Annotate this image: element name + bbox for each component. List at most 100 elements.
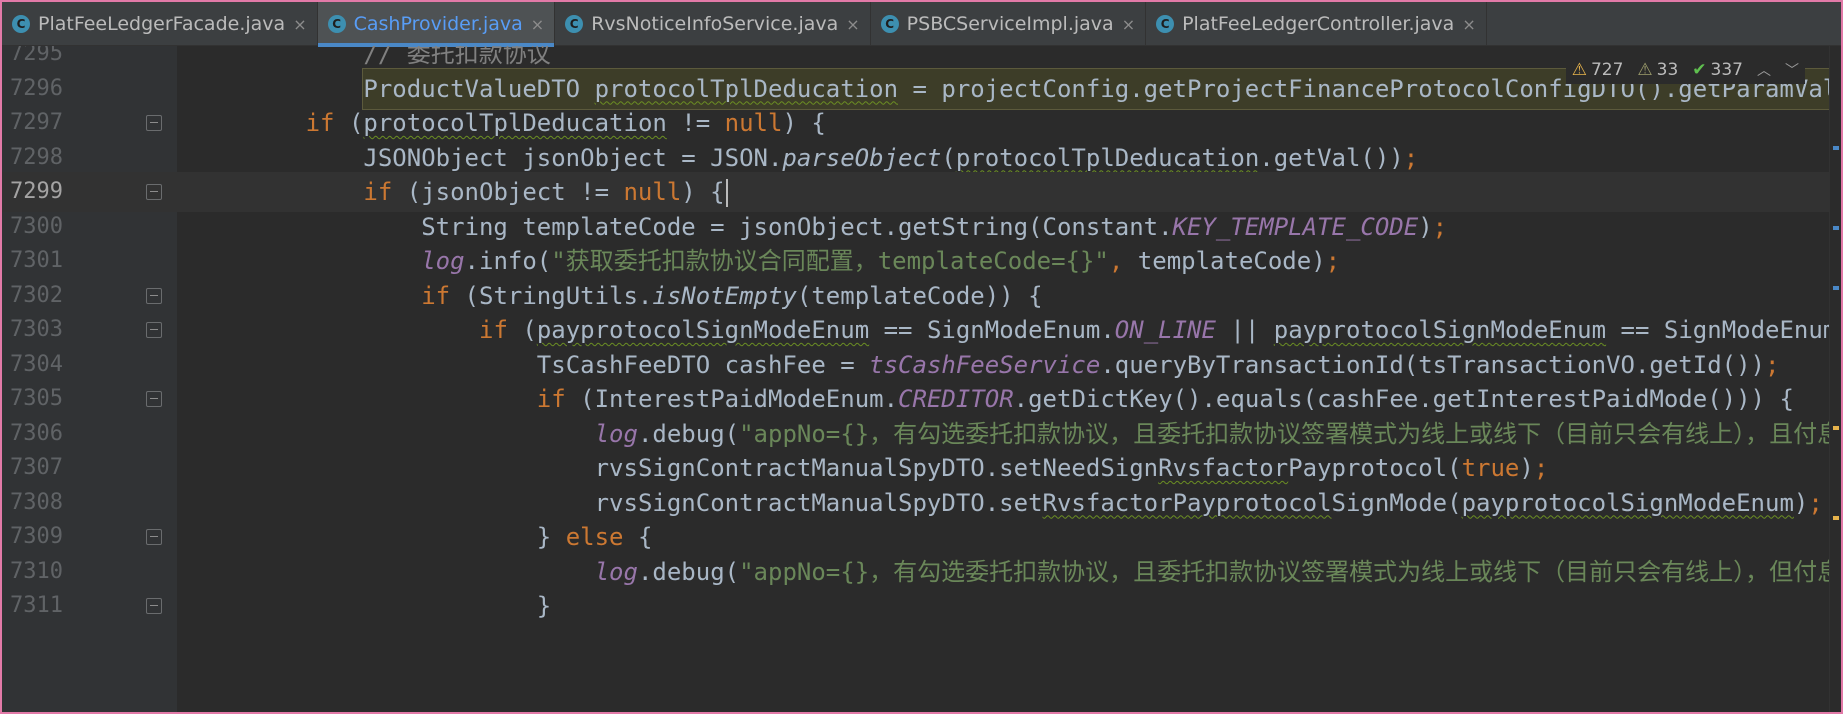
fold-toggle-icon[interactable]	[146, 529, 162, 545]
code-token: .debug(	[637, 419, 740, 448]
fold-toggle-icon[interactable]	[146, 115, 162, 131]
fold-toggle-icon[interactable]	[146, 391, 162, 407]
tab-label: PlatFeeLedgerController.java	[1182, 13, 1455, 35]
code-token: isNotEmpty	[652, 281, 797, 310]
tab-psbcserviceimpl[interactable]: C PSBCServiceImpl.java ×	[871, 2, 1147, 46]
code-token: ;	[1325, 247, 1341, 275]
warning-count[interactable]: ⚠ 727	[1572, 60, 1624, 80]
code-text[interactable]: }	[537, 586, 551, 626]
code-token: log	[594, 419, 638, 448]
code-token: templateCode)	[1137, 247, 1326, 275]
fold-toggle-icon[interactable]	[146, 184, 162, 200]
code-token: else	[565, 523, 624, 551]
code-token: protocolTplDeducation	[363, 109, 667, 137]
close-icon[interactable]: ×	[531, 15, 544, 34]
code-token: ;	[1765, 350, 1780, 379]
code-token: ) {	[782, 109, 826, 137]
code-token: ;	[1808, 488, 1823, 517]
code-token: ;	[1432, 212, 1448, 241]
code-token: if	[305, 109, 335, 137]
tab-label: PSBCServiceImpl.java	[906, 13, 1114, 35]
code-token: "获取委托扣款协议合同配置，templateCode={}"	[551, 247, 1109, 275]
stripe-mark[interactable]	[1833, 226, 1839, 230]
next-highlight-icon[interactable]: ﹀	[1785, 60, 1799, 80]
code-token: "appNo={}，有勾选委托扣款协议，且委托扣款协议签署模式为线上或线下（目前…	[739, 419, 1841, 448]
close-icon[interactable]: ×	[293, 15, 306, 34]
inspection-widget[interactable]: ⚠ 727 ⚠ 33 ✔ 337 ︿ ﹀	[1565, 56, 1805, 84]
line-number: 7311	[10, 593, 63, 618]
stripe-mark[interactable]	[1833, 146, 1839, 150]
tab-label: PlatFeeLedgerFacade.java	[38, 13, 286, 35]
fold-toggle-icon[interactable]	[146, 287, 162, 304]
warning-count-value: 727	[1590, 60, 1624, 80]
close-icon[interactable]: ×	[1122, 15, 1135, 34]
code-token: Payprotocol(	[1288, 454, 1462, 482]
class-file-icon: C	[12, 15, 30, 33]
code-token: payprotocolSignModeEnum	[1461, 488, 1794, 517]
code-token: null	[724, 109, 783, 137]
code-token: }	[536, 592, 552, 620]
check-icon: ✔	[1692, 60, 1707, 80]
code-token: payprotocolSignModeEnum	[1273, 316, 1607, 344]
fold-toggle-icon[interactable]	[146, 598, 162, 614]
code-token: "appNo={}，有勾选委托扣款协议，且委托扣款协议签署模式为线上或线下（目前…	[739, 557, 1841, 586]
code-token: rvsSignContractManualSpyDTO.setNeedSign	[594, 454, 1159, 482]
stripe-mark[interactable]	[1833, 286, 1839, 290]
code-token: .debug(	[637, 557, 740, 586]
stripe-mark[interactable]	[1833, 426, 1839, 430]
code-token: tsCashFeeService	[869, 350, 1101, 379]
code-token: (StringUtils.	[450, 281, 653, 310]
ok-count[interactable]: ✔ 337	[1692, 60, 1743, 80]
code-token: if	[363, 178, 393, 206]
text-caret	[725, 179, 728, 207]
tab-rvsnoticeinfoservice[interactable]: C RvsNoticeInfoService.java ×	[555, 2, 871, 46]
code-token: RvsfactorPayprotocol	[1042, 488, 1332, 517]
code-token: (	[507, 316, 537, 344]
previous-highlight-icon[interactable]: ︿	[1757, 60, 1771, 80]
code-token: (templateCode)) {	[796, 281, 1043, 310]
code-token: .getVal())	[1259, 143, 1404, 172]
editor-tab-bar: C PlatFeeLedgerFacade.java × C CashProvider.…	[2, 2, 1841, 47]
code-token: ;	[1403, 143, 1419, 172]
code-line[interactable]: 7311}	[2, 586, 1841, 626]
close-icon[interactable]: ×	[846, 15, 859, 34]
code-token: (	[334, 109, 364, 137]
code-token: log	[421, 247, 465, 275]
code-token: .info(	[464, 247, 552, 275]
code-token: protocolTplDeducation	[594, 74, 899, 103]
code-token: SignMode(	[1331, 488, 1462, 517]
class-file-icon: C	[327, 15, 346, 33]
tab-platfeeledgercontroller[interactable]: C PlatFeeLedgerController.java ×	[1146, 2, 1487, 46]
code-token: ;	[1533, 454, 1549, 482]
code-token: rvsSignContractManualSpyDTO.set	[594, 488, 1043, 517]
tab-cashprovider[interactable]: C CashProvider.java ×	[317, 2, 556, 47]
code-editor[interactable]: 7295// 委托扣款协议 7296 ProductValueDTO protoco…	[2, 46, 1841, 712]
code-token: == SignModeEnum.	[1606, 316, 1841, 344]
code-token: parseObject	[782, 143, 942, 172]
code-token: KEY_TEMPLATE_CODE	[1172, 212, 1419, 241]
code-token: )	[1519, 454, 1534, 482]
weak-warning-count[interactable]: ⚠ 33	[1637, 60, 1678, 80]
fold-toggle-icon[interactable]	[146, 322, 162, 338]
code-token: ProductValueDTO	[363, 74, 595, 103]
code-token: .getDictKey().equals(cashFee.getInterest…	[1013, 385, 1794, 413]
error-stripe[interactable]	[1829, 46, 1841, 712]
code-token: TsCashFeeDTO cashFee =	[536, 350, 870, 379]
code-token: true	[1461, 454, 1520, 482]
code-token: CREDITOR	[898, 385, 1014, 413]
ok-count-value: 337	[1710, 60, 1743, 80]
stripe-mark[interactable]	[1833, 516, 1839, 520]
tab-platfeeledgerfacade[interactable]: C PlatFeeLedgerFacade.java ×	[2, 2, 318, 46]
code-token: (	[941, 143, 956, 172]
class-file-icon: C	[565, 15, 584, 33]
code-token: (InterestPaidModeEnum.	[565, 385, 899, 413]
code-token: )	[1793, 488, 1809, 517]
code-token: ) {	[681, 178, 725, 206]
code-token: protocolTplDeducation	[955, 143, 1260, 172]
code-token: )	[1418, 212, 1433, 241]
close-icon[interactable]: ×	[1462, 15, 1475, 34]
code-token: ,	[1108, 247, 1138, 275]
weak-warning-count-value: 33	[1656, 60, 1679, 80]
code-token: JSONObject jsonObject = JSON.	[363, 143, 783, 172]
code-token: log	[594, 557, 638, 586]
